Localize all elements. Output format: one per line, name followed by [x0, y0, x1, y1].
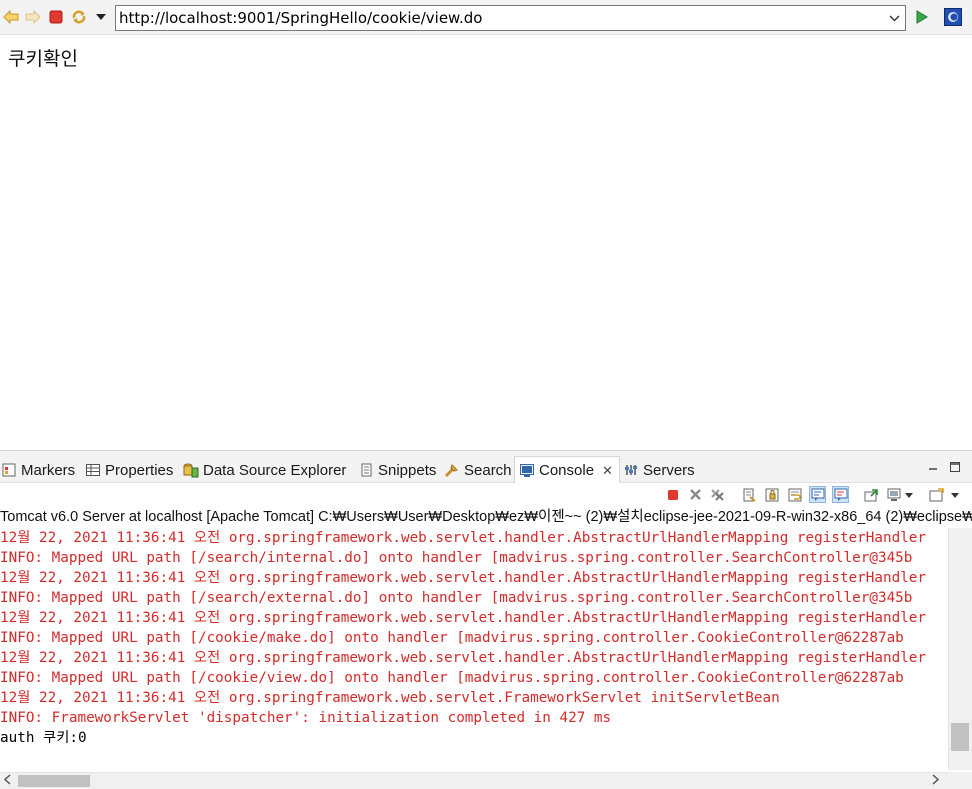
- scrollbar-corner: [948, 772, 972, 789]
- scrollbar-thumb[interactable]: [18, 775, 90, 787]
- tab-console[interactable]: Console ✕: [514, 456, 620, 484]
- tab-label: Data Source Explorer: [203, 461, 347, 479]
- menu-dropdown-icon[interactable]: [91, 7, 111, 27]
- tab-servers[interactable]: Servers: [622, 456, 695, 484]
- log-line: 12월 22, 2021 11:36:41 오전 org.springframe…: [0, 690, 780, 706]
- eclipse-web-icon[interactable]: [943, 7, 963, 27]
- search-icon: [444, 462, 460, 478]
- display-console-icon[interactable]: [886, 486, 916, 503]
- data-source-icon: [183, 462, 199, 478]
- log-line: INFO: Mapped URL path [/search/external.…: [0, 590, 913, 606]
- tab-data-source-explorer[interactable]: Data Source Explorer: [182, 456, 346, 484]
- log-line: 12월 22, 2021 11:36:41 오전 org.springframe…: [0, 610, 927, 626]
- back-icon[interactable]: [1, 7, 21, 27]
- tab-markers[interactable]: Markers: [0, 456, 75, 484]
- url-field[interactable]: http://localhost:9001/SpringHello/cookie…: [115, 5, 906, 31]
- log-line: 12월 22, 2021 11:36:41 오전 org.springframe…: [0, 650, 927, 666]
- show-stdout-icon[interactable]: [809, 486, 826, 503]
- snippets-icon: [358, 462, 374, 478]
- console-icon: [519, 463, 535, 479]
- pin-console-icon[interactable]: [863, 486, 880, 503]
- refresh-icon[interactable]: [69, 7, 89, 27]
- view-tab-bar: Markers Properties Data Source Explorer …: [0, 450, 972, 484]
- forward-icon[interactable]: [23, 7, 43, 27]
- show-stderr-icon[interactable]: [832, 486, 849, 503]
- url-text: http://localhost:9001/SpringHello/cookie…: [119, 9, 483, 27]
- log-line: INFO: Mapped URL path [/search/internal.…: [0, 550, 913, 566]
- terminate-icon[interactable]: [664, 486, 681, 503]
- remove-all-icon[interactable]: [709, 486, 726, 503]
- tab-properties[interactable]: Properties: [84, 456, 173, 484]
- web-page: 쿠키확인: [0, 36, 972, 450]
- tab-label: Search: [464, 461, 512, 479]
- scroll-right-icon[interactable]: [932, 774, 940, 788]
- log-line: INFO: Mapped URL path [/cookie/make.do] …: [0, 630, 904, 646]
- tab-label: Snippets: [378, 461, 437, 479]
- tab-label: Console: [539, 462, 595, 479]
- log-line: 12월 22, 2021 11:36:41 오전 org.springframe…: [0, 530, 927, 546]
- close-icon[interactable]: ✕: [602, 463, 613, 479]
- page-heading: 쿠키확인: [8, 48, 78, 70]
- chevron-down-icon[interactable]: [886, 6, 902, 30]
- console-toolbar: [0, 483, 972, 507]
- views-panel: Markers Properties Data Source Explorer …: [0, 450, 972, 789]
- open-console-icon[interactable]: [928, 486, 966, 503]
- tab-snippets[interactable]: Snippets: [357, 456, 436, 484]
- console-title: Tomcat v6.0 Server at localhost [Apache …: [0, 509, 972, 525]
- vertical-scrollbar[interactable]: [948, 528, 972, 770]
- tab-search[interactable]: Search: [443, 456, 512, 484]
- console-output[interactable]: 12월 22, 2021 11:36:41 오전 org.springframe…: [0, 528, 948, 770]
- log-line: INFO: FrameworkServlet 'dispatcher': ini…: [0, 710, 612, 726]
- remove-launch-icon[interactable]: [687, 486, 704, 503]
- markers-icon: [1, 462, 17, 478]
- scroll-lock-icon[interactable]: [763, 486, 780, 503]
- log-line: auth 쿠키:0: [0, 730, 87, 746]
- log-line: INFO: Mapped URL path [/cookie/view.do] …: [0, 670, 904, 686]
- tab-label: Markers: [21, 461, 76, 479]
- servers-icon: [623, 462, 639, 478]
- word-wrap-icon[interactable]: [786, 486, 803, 503]
- scroll-left-icon[interactable]: [3, 774, 11, 788]
- minimize-icon[interactable]: [928, 461, 938, 476]
- log-line: 12월 22, 2021 11:36:41 오전 org.springframe…: [0, 570, 927, 586]
- go-icon[interactable]: [912, 7, 932, 27]
- clear-console-icon[interactable]: [740, 486, 757, 503]
- tab-label: Servers: [643, 461, 695, 479]
- stop-icon[interactable]: [46, 7, 66, 27]
- tab-label: Properties: [105, 461, 174, 479]
- horizontal-scrollbar[interactable]: [0, 772, 948, 789]
- properties-icon: [85, 462, 101, 478]
- scrollbar-thumb[interactable]: [951, 723, 969, 751]
- browser-toolbar: http://localhost:9001/SpringHello/cookie…: [0, 0, 972, 35]
- maximize-icon[interactable]: [950, 461, 960, 476]
